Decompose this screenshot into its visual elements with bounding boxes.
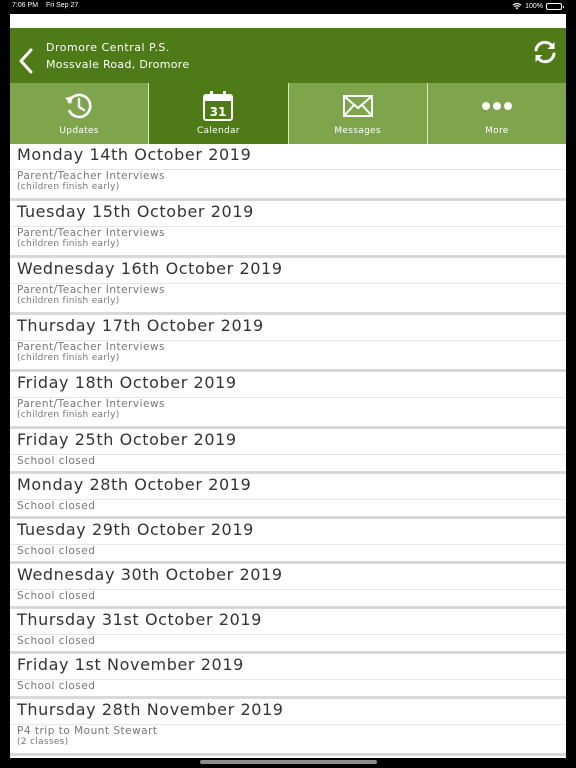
event-title: School closed bbox=[17, 500, 96, 512]
event-title: Parent/Teacher Interviews bbox=[17, 398, 166, 410]
header-bar: Dromore Central P.S. Mossvale Road, Drom… bbox=[10, 28, 566, 83]
event-note: (children finish early) bbox=[17, 410, 120, 420]
status-indicators: 100% bbox=[512, 2, 564, 10]
event-title: Parent/Teacher Interviews bbox=[17, 341, 166, 353]
list-item[interactable]: Tuesday 29th October 2019 School closed bbox=[10, 519, 566, 564]
back-chevron-icon[interactable] bbox=[18, 48, 34, 74]
list-item[interactable]: Monday 28th October 2019 School closed bbox=[10, 474, 566, 519]
school-address: Mossvale Road, Dromore bbox=[46, 58, 190, 71]
calendar-day-number: 31 bbox=[210, 105, 227, 119]
event-title: School closed bbox=[17, 590, 96, 602]
tab-messages-label: Messages bbox=[334, 126, 381, 136]
tab-updates-label: Updates bbox=[59, 126, 99, 136]
more-dots-icon bbox=[481, 102, 512, 110]
event-date: Thursday 28th November 2019 bbox=[10, 699, 566, 725]
event-note: (children finish early) bbox=[17, 296, 120, 306]
event-title: School closed bbox=[17, 455, 96, 467]
list-item[interactable]: Thursday 28th November 2019 P4 trip to M… bbox=[10, 699, 566, 756]
event-date: Monday 28th October 2019 bbox=[10, 474, 566, 500]
event-note: (children finish early) bbox=[17, 182, 120, 192]
refresh-icon[interactable] bbox=[532, 39, 558, 65]
tab-updates[interactable]: Updates bbox=[10, 83, 150, 144]
event-date: Thursday 31st October 2019 bbox=[10, 609, 566, 635]
home-indicator[interactable] bbox=[200, 760, 377, 764]
tab-calendar[interactable]: 31 Calendar bbox=[149, 83, 289, 144]
school-name: Dromore Central P.S. bbox=[46, 41, 170, 54]
clock-refresh-icon bbox=[65, 93, 92, 119]
list-item[interactable]: Thursday 17th October 2019 Parent/Teache… bbox=[10, 315, 566, 372]
list-item[interactable]: Friday 1st November 2019 School closed bbox=[10, 654, 566, 699]
list-item[interactable]: Tuesday 15th October 2019 Parent/Teacher… bbox=[10, 201, 566, 258]
status-bar: 7:06 PM Fri Sep 27 100% bbox=[0, 0, 576, 14]
wifi-icon bbox=[512, 3, 522, 10]
calendar-icon: 31 bbox=[203, 91, 234, 121]
event-title: Parent/Teacher Interviews bbox=[17, 170, 166, 182]
event-date: Wednesday 16th October 2019 bbox=[10, 258, 566, 284]
event-date: Tuesday 15th October 2019 bbox=[10, 201, 566, 227]
tab-more-label: More bbox=[485, 126, 509, 136]
event-list: Monday 14th October 2019 Parent/Teacher … bbox=[10, 144, 566, 756]
tab-messages[interactable]: Messages bbox=[288, 83, 428, 144]
top-spacer bbox=[10, 14, 566, 28]
event-title: Parent/Teacher Interviews bbox=[17, 227, 166, 239]
status-time: 7:06 PM bbox=[12, 2, 39, 9]
event-title: School closed bbox=[17, 635, 96, 647]
status-date: Fri Sep 27 bbox=[46, 2, 79, 9]
app-screen: Dromore Central P.S. Mossvale Road, Drom… bbox=[10, 14, 566, 758]
tab-calendar-label: Calendar bbox=[196, 126, 240, 136]
event-note: (children finish early) bbox=[17, 239, 120, 249]
event-date: Monday 14th October 2019 bbox=[10, 144, 566, 170]
event-title: P4 trip to Mount Stewart bbox=[17, 725, 158, 737]
event-title: School closed bbox=[17, 680, 96, 692]
event-date: Thursday 17th October 2019 bbox=[10, 315, 566, 341]
list-item[interactable]: Thursday 31st October 2019 School closed bbox=[10, 609, 566, 654]
event-note: (2 classes) bbox=[17, 737, 69, 747]
event-title: School closed bbox=[17, 545, 96, 557]
tab-bar: Updates 31 Calendar Messages More bbox=[10, 83, 566, 144]
list-item[interactable]: Wednesday 16th October 2019 Parent/Teach… bbox=[10, 258, 566, 315]
list-item[interactable]: Wednesday 30th October 2019 School close… bbox=[10, 564, 566, 609]
list-item[interactable]: Friday 25th October 2019 School closed bbox=[10, 429, 566, 474]
event-date: Friday 1st November 2019 bbox=[10, 654, 566, 680]
list-item[interactable]: Friday 18th October 2019 Parent/Teacher … bbox=[10, 372, 566, 429]
event-date: Tuesday 29th October 2019 bbox=[10, 519, 566, 545]
list-item[interactable]: Monday 14th October 2019 Parent/Teacher … bbox=[10, 144, 566, 201]
event-title: Parent/Teacher Interviews bbox=[17, 284, 166, 296]
battery-percent: 100% bbox=[525, 2, 543, 10]
event-date: Friday 18th October 2019 bbox=[10, 372, 566, 398]
event-date: Wednesday 30th October 2019 bbox=[10, 564, 566, 590]
envelope-icon bbox=[342, 95, 373, 117]
event-note: (children finish early) bbox=[17, 353, 120, 363]
event-date: Friday 25th October 2019 bbox=[10, 429, 566, 455]
battery-icon bbox=[546, 2, 564, 10]
tab-more[interactable]: More bbox=[427, 83, 566, 144]
